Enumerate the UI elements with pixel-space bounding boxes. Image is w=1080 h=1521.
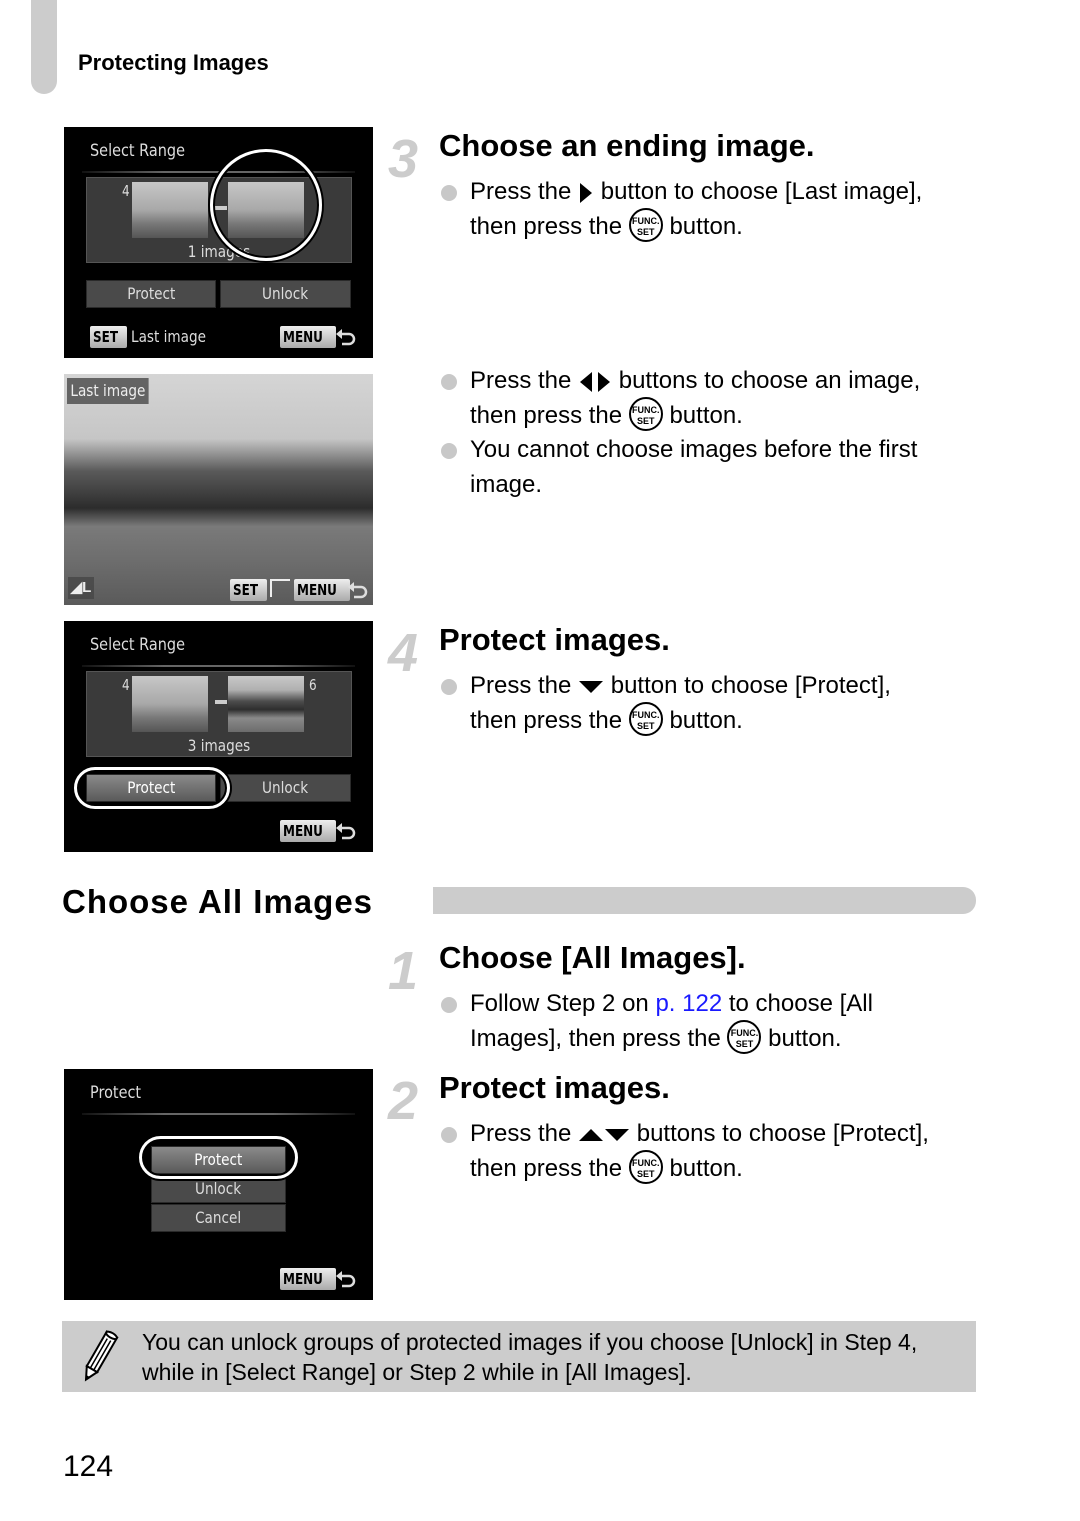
bullet-item: Press the buttons to choose an image, th…: [441, 364, 981, 433]
bullet-item: You cannot choose images before the firs…: [441, 433, 981, 502]
footer-label: Last image: [131, 327, 207, 346]
back-arrow-icon: [336, 329, 356, 346]
first-image-number: 4: [121, 182, 130, 200]
unlock-button[interactable]: Unlock: [220, 280, 351, 308]
bullet-dot: [441, 997, 457, 1013]
step-title: Protect images.: [439, 1070, 670, 1105]
bullet-dot: [441, 443, 457, 459]
range-box: 4 6 3 images: [86, 671, 352, 757]
func-set-button-icon: FUNC. SET: [628, 208, 663, 243]
bullet-item: Press the buttons to choose [Protect], t…: [441, 1117, 981, 1186]
camera-screen-select-range-protect: Select Range 4 6 3 images Protect Unlock…: [64, 621, 373, 852]
menu-key: MENU: [280, 1268, 336, 1290]
step-title: Protect images.: [439, 622, 670, 657]
screen-title: Select Range: [90, 635, 185, 655]
step-number: 4: [388, 623, 419, 683]
back-arrow-icon: [336, 823, 356, 840]
step-number: 3: [388, 129, 419, 189]
menu-key: MENU: [280, 326, 336, 348]
note-box: You can unlock groups of protected image…: [62, 1321, 976, 1392]
title-divider: [82, 1113, 355, 1115]
func-set-button-icon: FUNC. SET: [628, 397, 663, 432]
bullet-dot: [441, 185, 457, 201]
screen-title: Select Range: [90, 141, 185, 161]
first-image-number: 4: [121, 676, 130, 694]
step-number: 1: [388, 941, 419, 1001]
section-divider-bar: [433, 887, 976, 914]
screen-title: Protect: [90, 1083, 142, 1103]
page-number: 124: [63, 1450, 114, 1483]
back-arrow-icon: [336, 1271, 356, 1288]
right-arrow-icon: [580, 182, 593, 203]
menu-key: MENU: [294, 579, 350, 601]
section-title: Choose All Images: [62, 883, 374, 920]
bullet-item: Follow Step 2 on p. 122 to choose [All I…: [441, 987, 981, 1056]
cancel-option[interactable]: Cancel: [151, 1204, 286, 1232]
camera-screen-protect-all: Protect Protect Unlock Cancel MENU: [64, 1069, 373, 1300]
first-thumbnail: [132, 182, 208, 238]
protect-button[interactable]: Protect: [86, 280, 216, 308]
bullet-dot: [441, 679, 457, 695]
func-set-button-icon: FUNC. SET: [628, 1150, 663, 1185]
last-thumbnail: [228, 676, 304, 732]
step-title: Choose [All Images].: [439, 940, 746, 975]
last-image-number: 6: [308, 676, 317, 694]
unlock-option[interactable]: Unlock: [151, 1175, 286, 1203]
step-title: Choose an ending image.: [439, 128, 815, 163]
down-arrow-icon: [579, 680, 604, 693]
bullet-dot: [441, 374, 457, 390]
back-arrow-icon: [348, 582, 368, 599]
camera-screen-select-range-last: Select Range 4 1 images Protect Unlock S…: [64, 127, 373, 358]
unlock-button[interactable]: Unlock: [220, 774, 351, 802]
bullet-item: Press the button to choose [Protect], th…: [441, 669, 981, 738]
up-down-arrows-icon: [579, 1128, 630, 1141]
title-divider: [82, 171, 355, 173]
camera-screen-last-image: Last image ◢L SET MENU: [64, 374, 373, 605]
first-thumbnail: [132, 676, 208, 732]
set-key: SET: [90, 326, 128, 348]
selection-highlight: [139, 1136, 298, 1179]
page-reference-link[interactable]: p. 122: [655, 990, 722, 1017]
left-right-arrows-icon: [580, 371, 611, 392]
step-number: 2: [388, 1071, 419, 1131]
last-image-label: Last image: [67, 378, 149, 404]
running-head: Protecting Images: [78, 50, 269, 75]
menu-key: MENU: [280, 820, 336, 842]
func-set-button-icon: FUNC. SET: [628, 702, 663, 737]
highlight-circle: [210, 149, 322, 261]
image-size-icon: ◢L: [68, 577, 94, 599]
range-dash: [215, 700, 227, 704]
func-set-button-icon: FUNC. SET: [727, 1020, 762, 1055]
chapter-tab-marker: [31, 0, 57, 94]
bullet-dot: [441, 1127, 457, 1143]
set-key: SET: [230, 579, 268, 601]
index-display-icon: [270, 579, 290, 597]
pencil-icon: [84, 1330, 119, 1382]
image-count: 3 images: [187, 736, 251, 755]
bullet-item: Press the button to choose [Last image],…: [441, 175, 981, 244]
selection-highlight: [74, 767, 230, 809]
note-text: You can unlock groups of protected image…: [142, 1329, 918, 1385]
title-divider: [82, 665, 355, 667]
